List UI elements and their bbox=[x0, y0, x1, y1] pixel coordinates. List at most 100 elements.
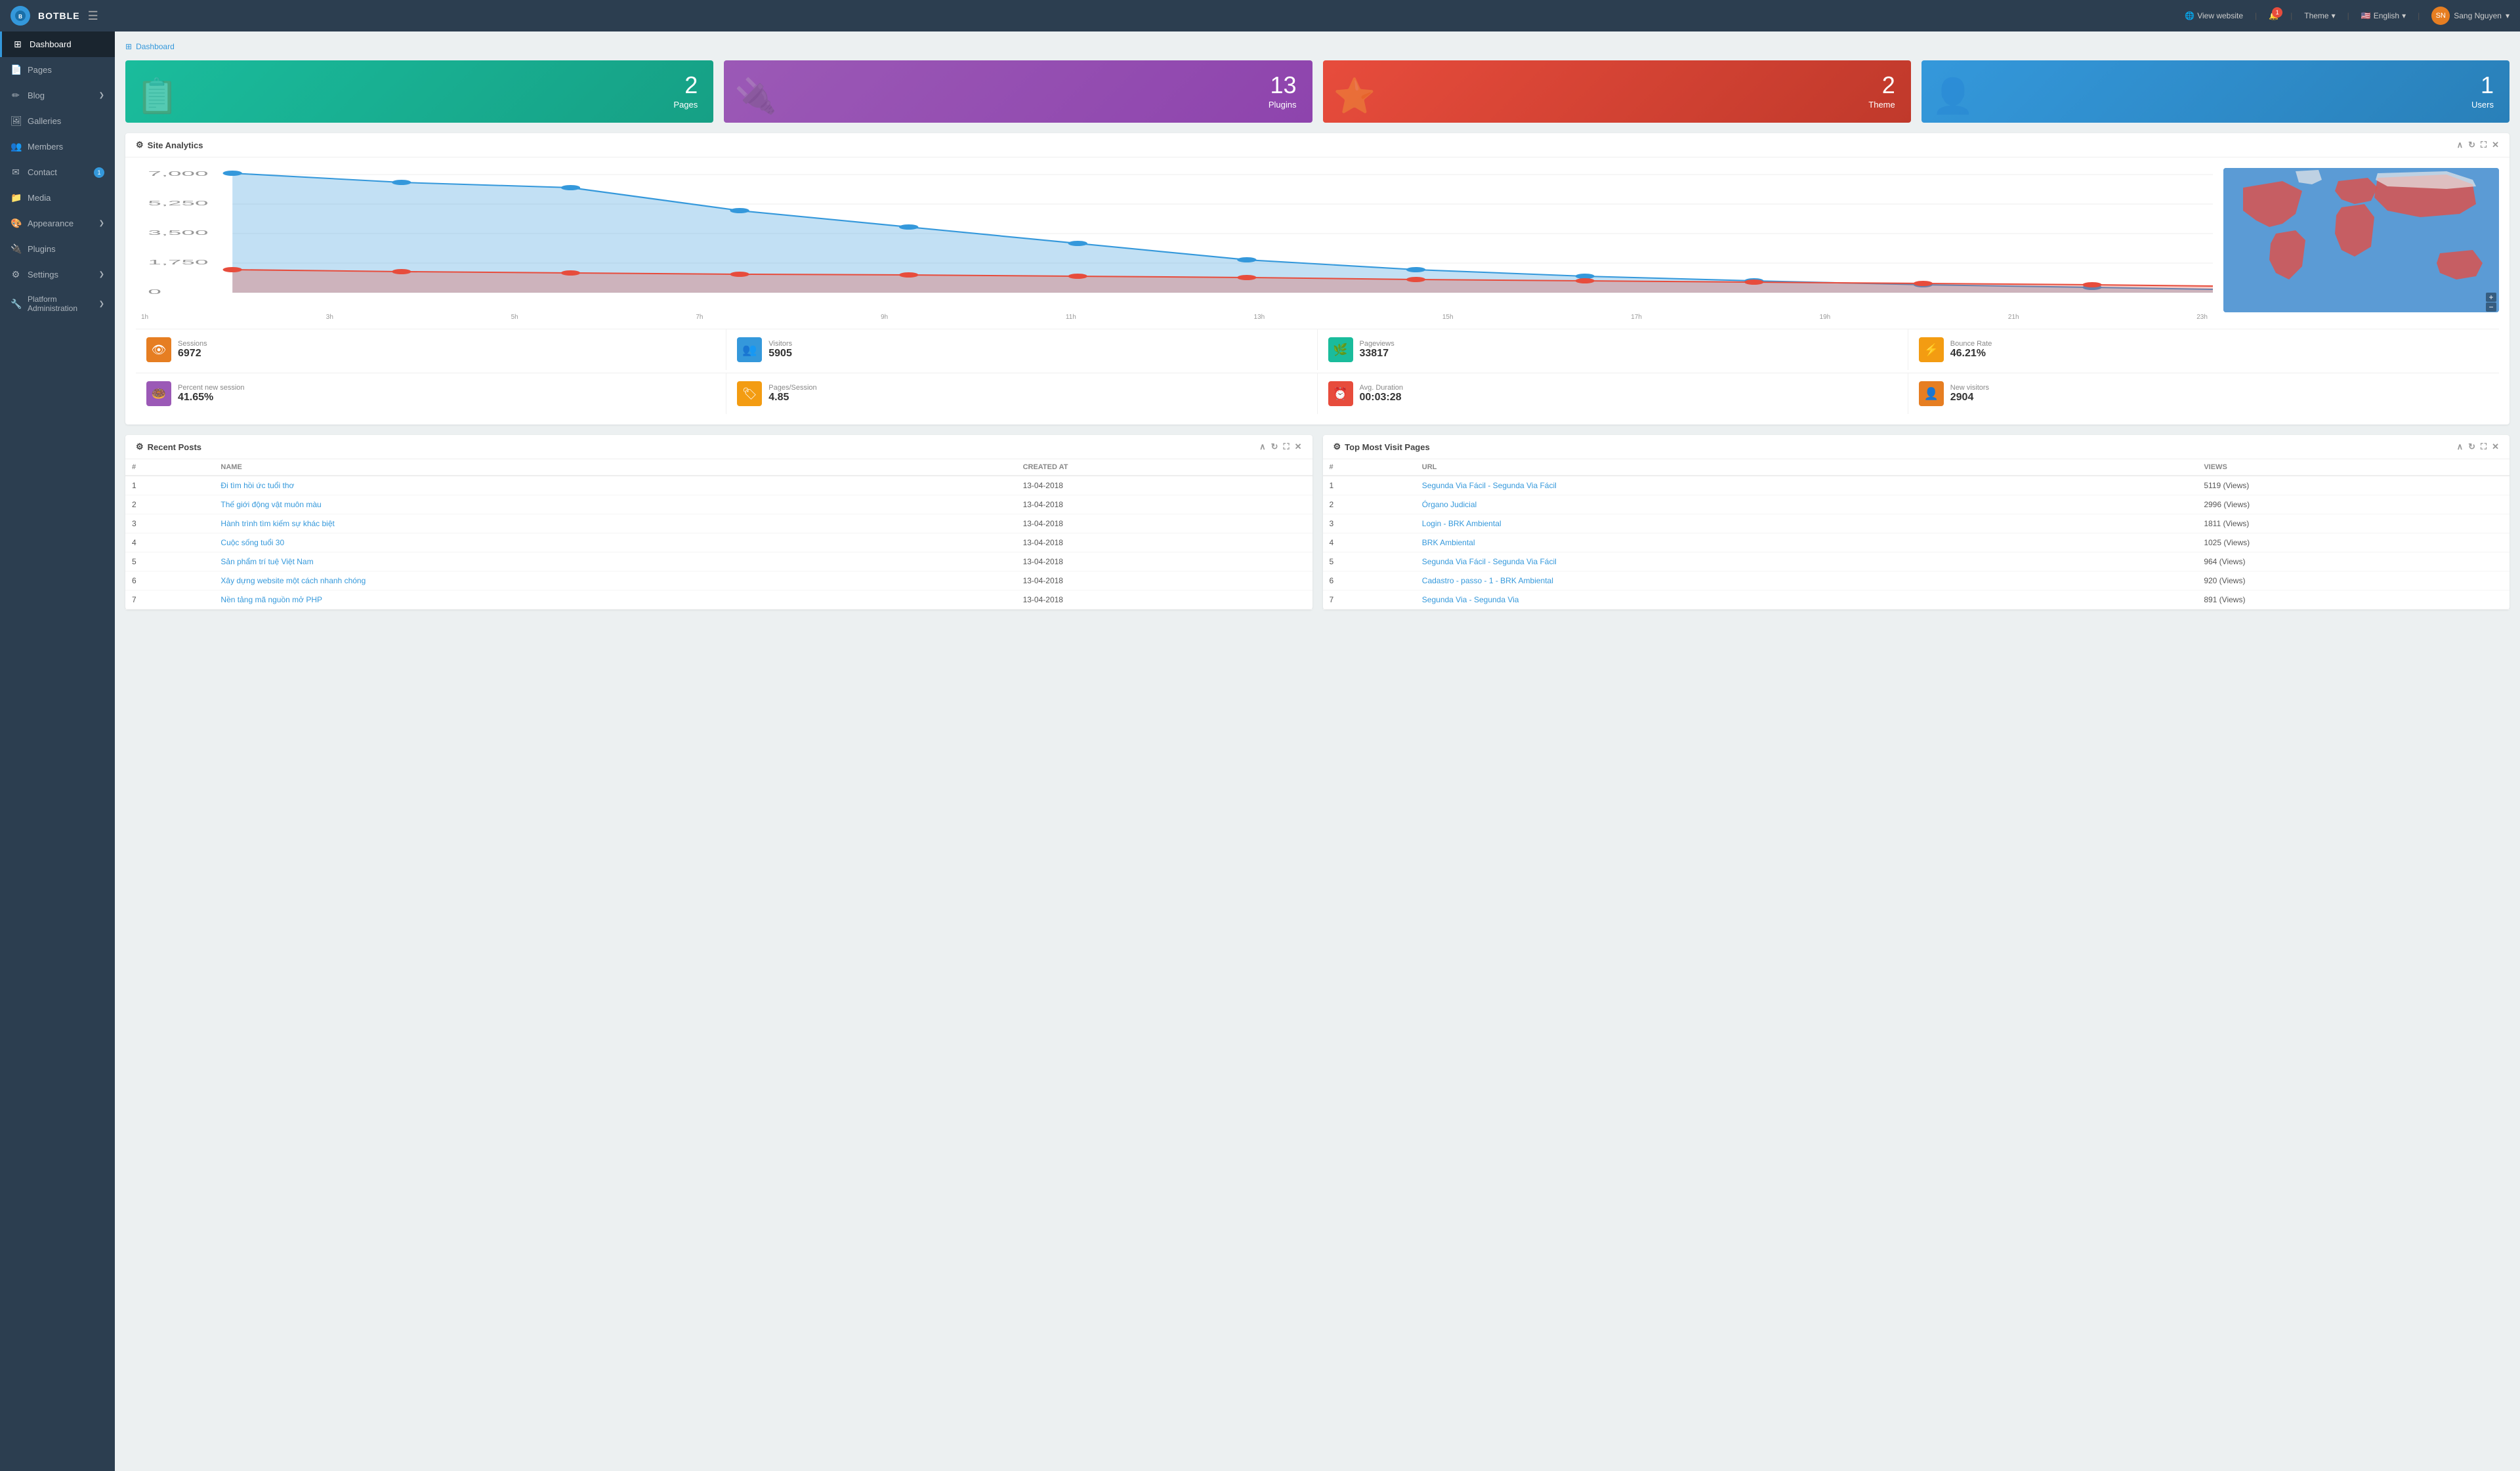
contact-icon: ✉ bbox=[10, 167, 21, 178]
chevron-right-icon4: ❯ bbox=[99, 300, 104, 308]
cell-views: 891 (Views) bbox=[2197, 590, 2510, 610]
collapse-icon[interactable]: ∧ bbox=[2457, 140, 2464, 150]
recent-posts-header-left: ⚙ Recent Posts bbox=[136, 442, 201, 452]
analytics-panel-controls: ∧ ↻ ⛶ ✕ bbox=[2457, 140, 2499, 150]
col-num2: # bbox=[1323, 459, 1416, 476]
svg-text:5,250: 5,250 bbox=[148, 199, 208, 207]
globe-icon: 🌐 bbox=[2185, 11, 2194, 20]
expand-icon2[interactable]: ⛶ bbox=[1283, 442, 1289, 452]
theme-label: Theme bbox=[1868, 100, 1895, 110]
table-row: 3 Login - BRK Ambiental 1811 (Views) bbox=[1323, 514, 2510, 533]
sidebar-item-appearance[interactable]: 🎨 Appearance ❯ bbox=[0, 211, 115, 236]
sidebar-item-members[interactable]: 👥 Members bbox=[0, 134, 115, 159]
cell-views: 1025 (Views) bbox=[2197, 533, 2510, 552]
notification-bell[interactable]: 🔔 1 bbox=[2269, 11, 2278, 20]
cell-url[interactable]: BRK Ambiental bbox=[1416, 533, 2198, 552]
refresh-icon2[interactable]: ↻ bbox=[1271, 442, 1278, 452]
refresh-icon3[interactable]: ↻ bbox=[2468, 442, 2475, 452]
stats-row-1: 👁 Sessions 6972 👥 Visitors 5 bbox=[136, 329, 2499, 370]
theme-link[interactable]: Theme ▾ bbox=[2304, 11, 2335, 20]
cell-name[interactable]: Nền tảng mã nguồn mở PHP bbox=[214, 590, 1016, 610]
table-row: 5 Segunda Via Fácil - Segunda Via Fácil … bbox=[1323, 552, 2510, 571]
table-row: 1 Đi tìm hồi ức tuổi thơ 13-04-2018 bbox=[125, 476, 1312, 495]
bounce-label: Bounce Rate bbox=[1950, 340, 1992, 348]
hamburger-icon[interactable]: ☰ bbox=[88, 9, 98, 23]
collapse-icon2[interactable]: ∧ bbox=[1259, 442, 1266, 452]
stat-card-users[interactable]: 👤 1 Users bbox=[1922, 60, 2510, 123]
language-link[interactable]: 🇺🇸 English ▾ bbox=[2361, 11, 2406, 20]
table-row: 4 Cuộc sống tuổi 30 13-04-2018 bbox=[125, 533, 1312, 552]
cell-name[interactable]: Hành trình tìm kiếm sự khác biệt bbox=[214, 514, 1016, 533]
stat-card-theme[interactable]: ⭐ 2 Theme bbox=[1323, 60, 1911, 123]
cell-name[interactable]: Cuộc sống tuổi 30 bbox=[214, 533, 1016, 552]
chevron-right-icon2: ❯ bbox=[99, 220, 104, 227]
gear-icon2: ⚙ bbox=[136, 442, 144, 452]
cell-url[interactable]: Cadastro - passo - 1 - BRK Ambiental bbox=[1416, 571, 2198, 590]
stat-card-pages[interactable]: 📋 2 Pages bbox=[125, 60, 713, 123]
sidebar-item-blog[interactable]: ✏ Blog ❯ bbox=[0, 83, 115, 108]
sidebar-item-plugins[interactable]: 🔌 Plugins bbox=[0, 236, 115, 262]
cell-date: 13-04-2018 bbox=[1017, 552, 1312, 571]
close-icon2[interactable]: ✕ bbox=[1295, 442, 1302, 452]
expand-icon3[interactable]: ⛶ bbox=[2481, 442, 2487, 452]
sidebar-item-dashboard[interactable]: ⊞ Dashboard bbox=[0, 31, 115, 57]
cell-url[interactable]: Órgano Judicial bbox=[1416, 495, 2198, 514]
cell-num: 1 bbox=[125, 476, 214, 495]
cell-url[interactable]: Segunda Via - Segunda Via bbox=[1416, 590, 2198, 610]
duration-label: Avg. Duration bbox=[1360, 384, 1403, 392]
sidebar-item-pages[interactable]: 📄 Pages bbox=[0, 57, 115, 83]
chevron-right-icon3: ❯ bbox=[99, 271, 104, 278]
sidebar-item-settings[interactable]: ⚙ Settings ❯ bbox=[0, 262, 115, 287]
sidebar-item-label: Contact bbox=[28, 167, 57, 177]
cell-url[interactable]: Segunda Via Fácil - Segunda Via Fácil bbox=[1416, 476, 2198, 495]
refresh-icon[interactable]: ↻ bbox=[2468, 140, 2475, 150]
sessions-icon-box: 👁 bbox=[146, 337, 171, 362]
percent-value: 41.65% bbox=[178, 392, 245, 404]
stat-visitors: 👥 Visitors 5905 bbox=[726, 329, 1317, 370]
expand-icon[interactable]: ⛶ bbox=[2481, 140, 2487, 150]
cell-num: 3 bbox=[1323, 514, 1416, 533]
sidebar-item-media[interactable]: 📁 Media bbox=[0, 185, 115, 211]
sidebar-item-platform-administration[interactable]: 🔧 Platform Administration ❯ bbox=[0, 287, 115, 320]
sidebar-item-label: Blog bbox=[28, 91, 45, 100]
close-icon[interactable]: ✕ bbox=[2492, 140, 2499, 150]
recent-posts-header: ⚙ Recent Posts ∧ ↻ ⛶ ✕ bbox=[125, 435, 1312, 459]
app-body: ⊞ Dashboard 📄 Pages ✏ Blog ❯ 🖼 Galleries… bbox=[0, 31, 2520, 1471]
user-menu[interactable]: SN Sang Nguyen ▾ bbox=[2431, 7, 2510, 25]
cell-name[interactable]: Thế giới động vật muôn màu bbox=[214, 495, 1016, 514]
recent-posts-tbody: 1 Đi tìm hồi ức tuổi thơ 13-04-2018 2 Th… bbox=[125, 476, 1312, 610]
table-row: 5 Sản phẩm trí tuệ Việt Nam 13-04-2018 bbox=[125, 552, 1312, 571]
sidebar-item-label: Pages bbox=[28, 65, 52, 75]
close-icon3[interactable]: ✕ bbox=[2492, 442, 2499, 452]
sidebar-item-galleries[interactable]: 🖼 Galleries bbox=[0, 108, 115, 134]
sidebar-item-contact[interactable]: ✉ Contact 1 bbox=[0, 159, 115, 185]
users-count: 1 bbox=[2481, 73, 2494, 97]
cell-num: 7 bbox=[1323, 590, 1416, 610]
stats-row-2: 🍩 Percent new session 41.65% 🏷 Pages/Ses… bbox=[136, 373, 2499, 414]
analytics-panel-header: ⚙ Site Analytics ∧ ↻ ⛶ ✕ bbox=[125, 133, 2510, 157]
stat-cards: 📋 2 Pages 🔌 13 Plugins ⭐ 2 Theme 👤 1 Use… bbox=[125, 60, 2510, 123]
new-visitors-info: New visitors 2904 bbox=[1950, 384, 1989, 404]
cell-url[interactable]: Segunda Via Fácil - Segunda Via Fácil bbox=[1416, 552, 2198, 571]
chevron-right-icon: ❯ bbox=[99, 92, 104, 99]
theme-bg-icon: ⭐ bbox=[1334, 76, 1376, 116]
view-website-link[interactable]: 🌐 View website bbox=[2185, 11, 2243, 20]
table-row: 6 Cadastro - passo - 1 - BRK Ambiental 9… bbox=[1323, 571, 2510, 590]
theme-count: 2 bbox=[1882, 73, 1895, 97]
clock-icon: ⏰ bbox=[1333, 387, 1347, 401]
cell-name[interactable]: Xây dựng website một cách nhanh chóng bbox=[214, 571, 1016, 590]
cell-name[interactable]: Sản phẩm trí tuệ Việt Nam bbox=[214, 552, 1016, 571]
pageviews-value: 33817 bbox=[1360, 348, 1395, 360]
visitors-icon-box: 👥 bbox=[737, 337, 762, 362]
percent-icon-box: 🍩 bbox=[146, 381, 171, 406]
stat-card-plugins[interactable]: 🔌 13 Plugins bbox=[724, 60, 1312, 123]
platform-admin-icon: 🔧 bbox=[10, 299, 21, 310]
table-row: 7 Nền tảng mã nguồn mở PHP 13-04-2018 bbox=[125, 590, 1312, 610]
top-pages-tbody: 1 Segunda Via Fácil - Segunda Via Fácil … bbox=[1323, 476, 2510, 610]
cell-name[interactable]: Đi tìm hồi ức tuổi thơ bbox=[214, 476, 1016, 495]
lightning-icon: ⚡ bbox=[1924, 343, 1939, 357]
visitors-value: 5905 bbox=[768, 348, 792, 360]
collapse-icon3[interactable]: ∧ bbox=[2457, 442, 2464, 452]
table-row: 7 Segunda Via - Segunda Via 891 (Views) bbox=[1323, 590, 2510, 610]
cell-url[interactable]: Login - BRK Ambiental bbox=[1416, 514, 2198, 533]
